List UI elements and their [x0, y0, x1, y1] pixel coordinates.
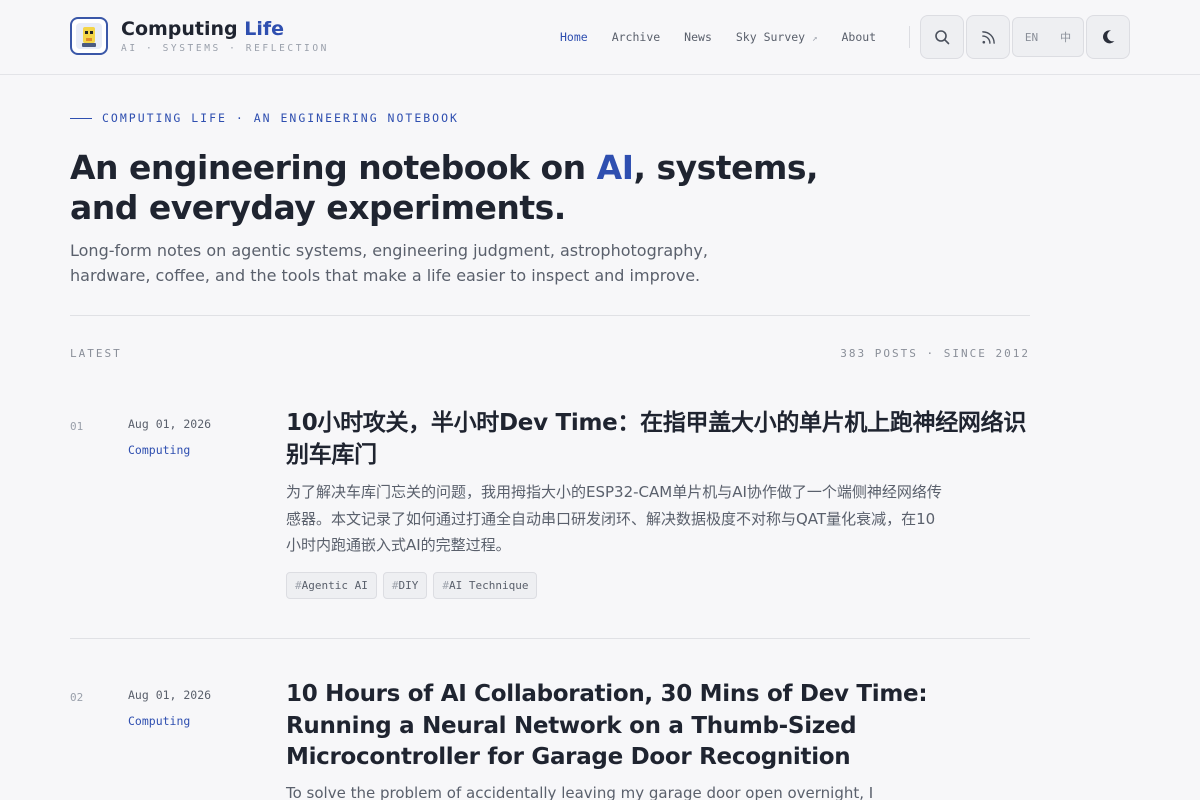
nav-home[interactable]: Home	[560, 30, 588, 44]
site-title[interactable]: Computing Life	[121, 18, 284, 40]
hero-eyebrow: COMPUTING LIFE · AN ENGINEERING NOTEBOOK	[70, 111, 459, 125]
search-button[interactable]	[920, 15, 964, 59]
nav-divider	[909, 26, 910, 48]
post-number: 01	[70, 420, 84, 433]
nav-sky-survey[interactable]: Sky Survey ↗	[736, 30, 818, 44]
post-date: Aug 01, 2026	[128, 688, 212, 702]
tag-link[interactable]: #Agentic AI	[286, 572, 377, 599]
eyebrow-rule	[70, 117, 92, 119]
post-divider	[70, 638, 1030, 639]
theme-toggle-button[interactable]	[1086, 15, 1130, 59]
nav-archive[interactable]: Archive	[612, 30, 660, 44]
robot-logo-icon	[76, 23, 102, 49]
latest-label: LATEST	[70, 347, 122, 360]
tag-link[interactable]: #DIY	[382, 572, 428, 599]
post-number: 02	[70, 691, 84, 704]
post-title-link[interactable]: 10 Hours of AI Collaboration, 30 Mins of…	[286, 679, 1030, 774]
lang-zh-option[interactable]: 中	[1060, 29, 1071, 45]
site-title-main: Computing	[121, 18, 238, 40]
rss-button[interactable]	[966, 15, 1010, 59]
site-tagline: AI · SYSTEMS · REFLECTION	[121, 43, 329, 54]
main-nav: Home Archive News Sky Survey ↗ About	[560, 30, 900, 44]
nav-news[interactable]: News	[684, 30, 712, 44]
nav-about[interactable]: About	[841, 30, 876, 44]
tag-label: AI Technique	[448, 579, 529, 592]
moon-icon	[1103, 30, 1115, 44]
hero-eyebrow-text: COMPUTING LIFE · AN ENGINEERING NOTEBOOK	[102, 111, 459, 125]
language-switcher: EN 中	[1012, 17, 1084, 57]
search-icon	[935, 30, 950, 45]
hero-title: An engineering notebook on AI, systems, …	[70, 148, 830, 228]
post-title-link[interactable]: 10小时攻关，半小时Dev Time：在指甲盖大小的单片机上跑神经网络识别车库门	[286, 408, 1030, 471]
hero-description: Long-form notes on agentic systems, engi…	[70, 241, 708, 285]
posts-count: 383 POSTS · SINCE 2012	[840, 347, 1030, 360]
site-header: Computing Life AI · SYSTEMS · REFLECTION…	[0, 0, 1200, 75]
external-link-icon: ↗	[812, 34, 818, 44]
rss-icon	[981, 30, 995, 44]
post-category-link[interactable]: Computing	[128, 714, 190, 728]
lang-en-option[interactable]: EN	[1025, 31, 1038, 44]
site-title-accent: Life	[244, 18, 285, 40]
nav-sky-survey-label: Sky Survey	[735, 30, 806, 44]
tag-label: DIY	[398, 579, 419, 592]
post-category-link[interactable]: Computing	[128, 443, 190, 457]
tag-label: Agentic AI	[301, 579, 368, 592]
site-logo[interactable]	[70, 17, 108, 55]
post-excerpt: 为了解决车库门忘关的问题，我用拇指大小的ESP32-CAM单片机与AI协作做了一…	[286, 483, 942, 554]
post-tags: #Agentic AI #DIY #AI Technique	[286, 572, 538, 599]
hero-title-accent: AI	[596, 148, 634, 187]
tag-link[interactable]: #AI Technique	[433, 572, 538, 599]
post-date: Aug 01, 2026	[128, 417, 212, 431]
hero-title-before: An engineering notebook on	[70, 148, 597, 187]
post-excerpt: To solve the problem of accidentally lea…	[286, 784, 874, 800]
section-divider	[70, 315, 1030, 316]
